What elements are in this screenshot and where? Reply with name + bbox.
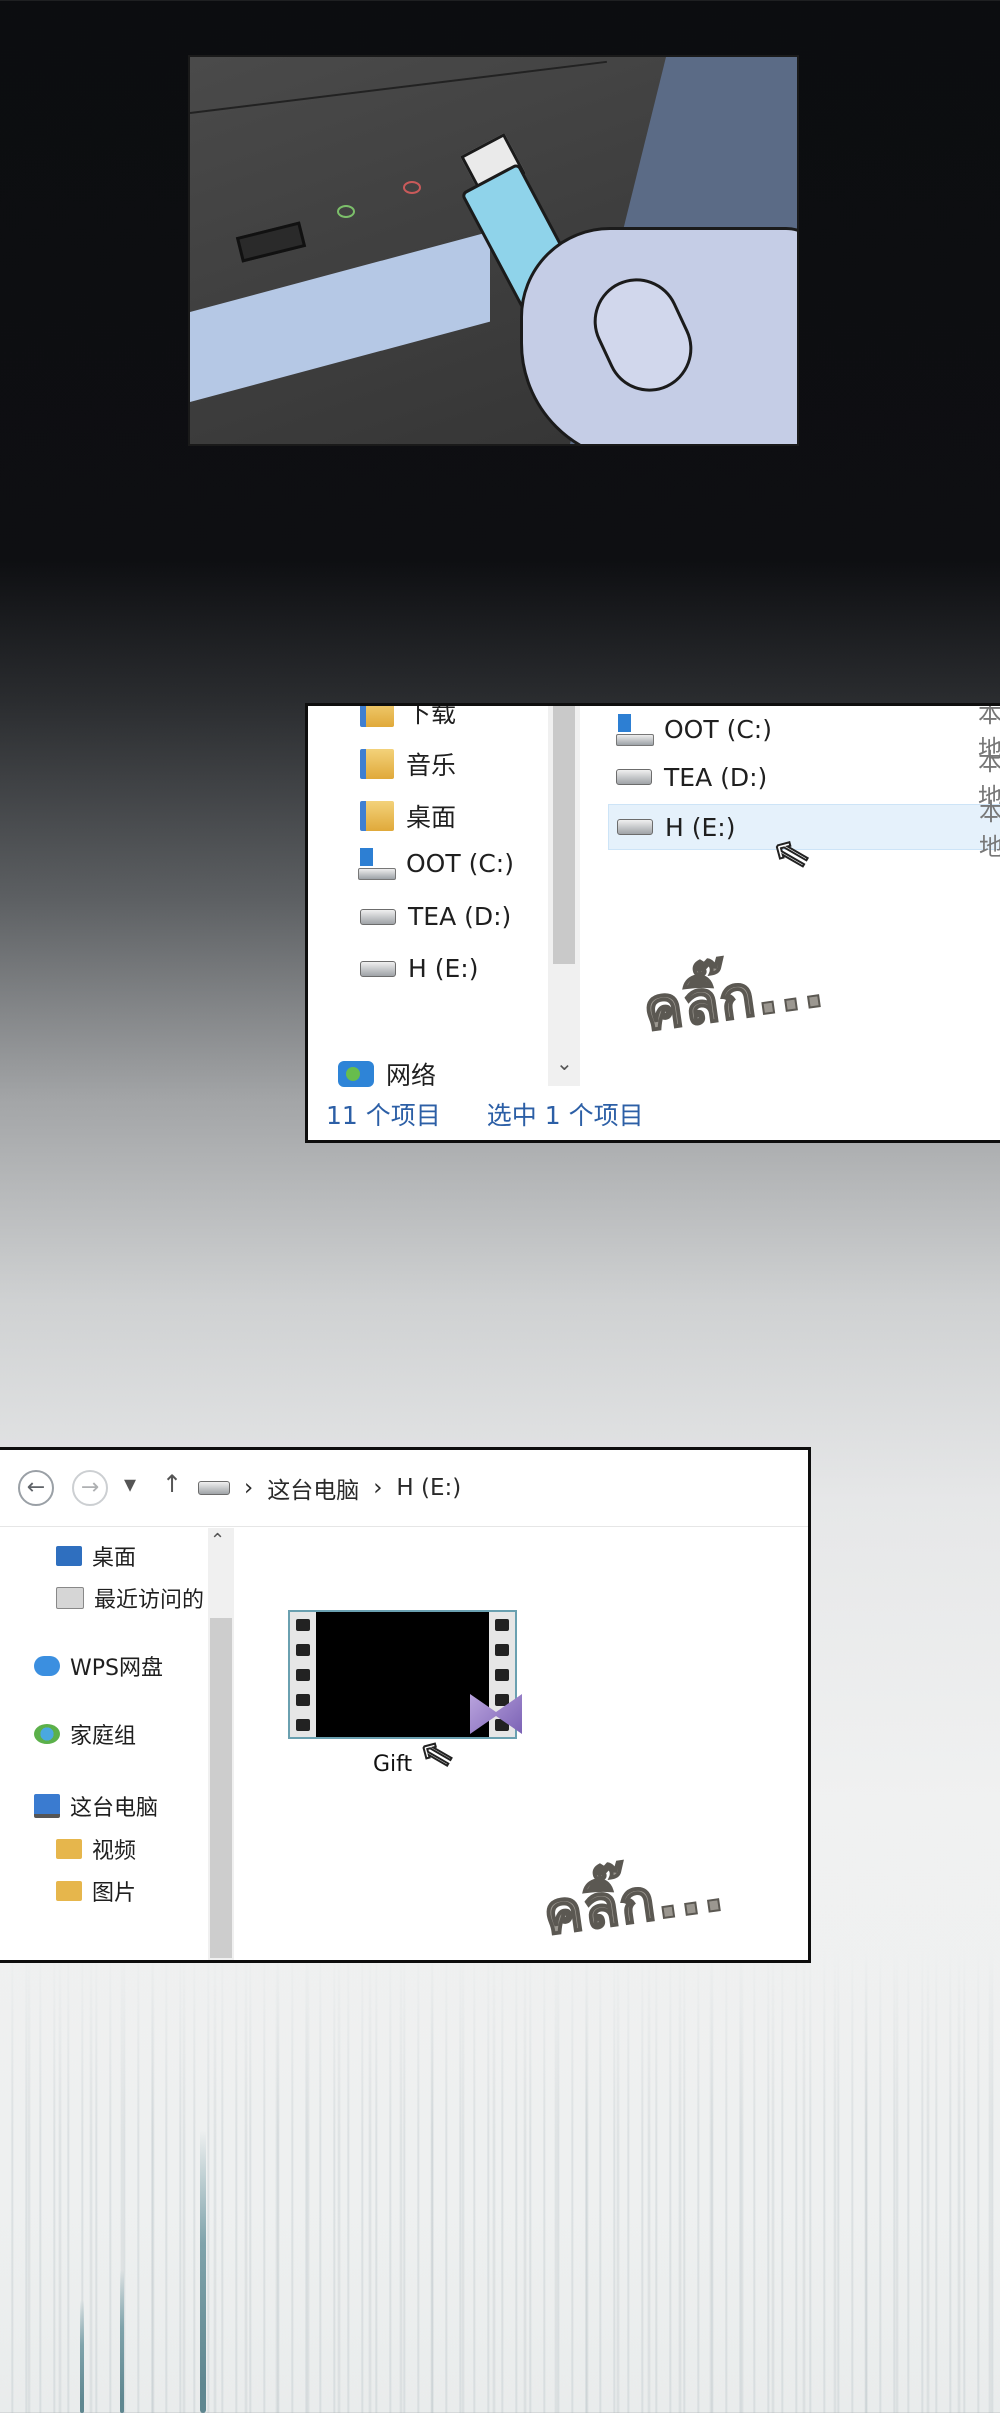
- item-count: 11 个项目: [326, 1101, 441, 1130]
- folder-icon: [56, 1881, 82, 1901]
- nav-item-music[interactable]: 音乐: [360, 746, 456, 782]
- nav-item-desktop[interactable]: 桌面: [56, 1540, 136, 1572]
- nav-item-pictures[interactable]: 图片: [56, 1875, 136, 1907]
- recent-icon: [56, 1587, 84, 1609]
- nav-label: 桌面: [92, 1546, 137, 1571]
- drive-type: 本地: [979, 792, 1000, 862]
- scroll-down-chevron-icon[interactable]: ⌄: [556, 1051, 573, 1075]
- selected-count: 选中 1 个项目: [486, 1101, 644, 1130]
- folder-icon: [360, 749, 394, 779]
- nav-item-network[interactable]: 网络: [338, 1056, 436, 1092]
- breadcrumb-this-pc[interactable]: 这台电脑: [267, 1471, 359, 1505]
- status-bar: 11 个项目 选中 1 个项目: [326, 1096, 644, 1132]
- computer-icon: [34, 1794, 60, 1818]
- nav-item-c-drive[interactable]: OOT (C:): [358, 848, 514, 880]
- background-streak: [120, 2270, 124, 2413]
- nav-label: 音乐: [406, 751, 457, 780]
- nav-label: OOT (C:): [406, 848, 514, 878]
- nav-label: 最近访问的: [94, 1588, 205, 1613]
- nav-item-e-drive[interactable]: H (E:): [360, 954, 478, 983]
- nav-label: 网络: [386, 1061, 437, 1090]
- nav-item-downloads[interactable]: 下载: [360, 703, 457, 730]
- file-name[interactable]: Gift: [373, 1752, 412, 1777]
- desktop-icon: [56, 1546, 82, 1566]
- drive-icon: [616, 769, 652, 785]
- drive-icon: [617, 819, 653, 835]
- click-sound-effect: คลิ๊ก...: [538, 1855, 729, 1950]
- windows-drive-icon: [616, 714, 654, 746]
- film-strip-left: [290, 1612, 316, 1737]
- forward-button[interactable]: →: [72, 1470, 108, 1506]
- nav-label: 图片: [92, 1881, 137, 1906]
- drive-icon: [360, 908, 396, 925]
- explorer-drives-panel: 下载 音乐 桌面 OOT (C:) TEA (D:) H (E:) 网络 ⌄ O…: [305, 703, 1000, 1143]
- drive-row-c[interactable]: OOT (C:) 本地: [608, 706, 1000, 763]
- navigation-pane: 桌面 最近访问的 WPS网盘 家庭组 这台电脑 视频 图片: [0, 1528, 238, 1958]
- scroll-up-chevron-icon[interactable]: ⌃: [210, 1530, 225, 1551]
- nav-item-desktop[interactable]: 桌面: [360, 798, 456, 834]
- homegroup-icon: [34, 1724, 60, 1744]
- windows-drive-icon: [358, 848, 396, 880]
- video-file-thumbnail[interactable]: [288, 1610, 522, 1739]
- nav-label: TEA (D:): [408, 902, 512, 931]
- nav-item-homegroup[interactable]: 家庭组: [34, 1718, 136, 1750]
- nav-label: 桌面: [406, 803, 457, 832]
- cloud-icon: [34, 1656, 60, 1676]
- nav-item-recent[interactable]: 最近访问的: [56, 1582, 204, 1614]
- nav-label: 这台电脑: [70, 1796, 159, 1821]
- activity-led: [403, 181, 421, 194]
- background-streaks: [0, 1950, 1000, 2413]
- drive-icon: [360, 960, 396, 977]
- nav-scrollbar-thumb[interactable]: [210, 1618, 232, 1958]
- background-streak: [80, 2300, 84, 2413]
- breadcrumb-separator-icon: ›: [244, 1475, 254, 1501]
- folder-icon: [360, 801, 394, 831]
- background-streak: [200, 2130, 206, 2413]
- address-bar[interactable]: › 这台电脑 › H (E:): [198, 1468, 798, 1508]
- drive-row-d[interactable]: TEA (D:) 本地: [608, 748, 1000, 811]
- explorer-toolbar: ← → ▾ ↑ › 这台电脑 › H (E:): [0, 1450, 808, 1527]
- nav-label: 家庭组: [70, 1724, 137, 1749]
- back-button[interactable]: ←: [18, 1470, 54, 1506]
- nav-label: 下载: [406, 703, 457, 728]
- explorer-drive-panel: ← → ▾ ↑ › 这台电脑 › H (E:) 桌面 最近访问的 WPS网盘 家…: [0, 1447, 811, 1963]
- breadcrumb-drive[interactable]: H (E:): [396, 1475, 461, 1501]
- network-icon: [338, 1061, 374, 1087]
- drive-icon: [198, 1481, 230, 1495]
- nav-label: 视频: [92, 1839, 137, 1864]
- nav-item-wps[interactable]: WPS网盘: [34, 1650, 163, 1682]
- up-button[interactable]: ↑: [162, 1470, 182, 1498]
- recent-locations-chevron-icon[interactable]: ▾: [124, 1470, 136, 1498]
- breadcrumb-separator-icon: ›: [373, 1475, 383, 1501]
- folder-icon: [56, 1839, 82, 1859]
- nav-item-this-pc[interactable]: 这台电脑: [34, 1790, 158, 1822]
- nav-label: WPS网盘: [70, 1656, 163, 1681]
- navigation-pane: 下载 音乐 桌面 OOT (C:) TEA (D:) H (E:) 网络: [308, 703, 546, 1090]
- drive-name: H (E:): [665, 812, 736, 842]
- drive-name: OOT (C:): [664, 714, 772, 744]
- folder-icon: [360, 706, 394, 727]
- usb-illustration-panel: [188, 55, 799, 446]
- nav-item-d-drive[interactable]: TEA (D:): [360, 902, 511, 931]
- power-led: [337, 205, 355, 218]
- drive-name: TEA (D:): [664, 762, 768, 792]
- nav-scrollbar-thumb[interactable]: [553, 706, 575, 964]
- nav-item-videos[interactable]: 视频: [56, 1833, 136, 1865]
- nav-label: H (E:): [408, 954, 479, 983]
